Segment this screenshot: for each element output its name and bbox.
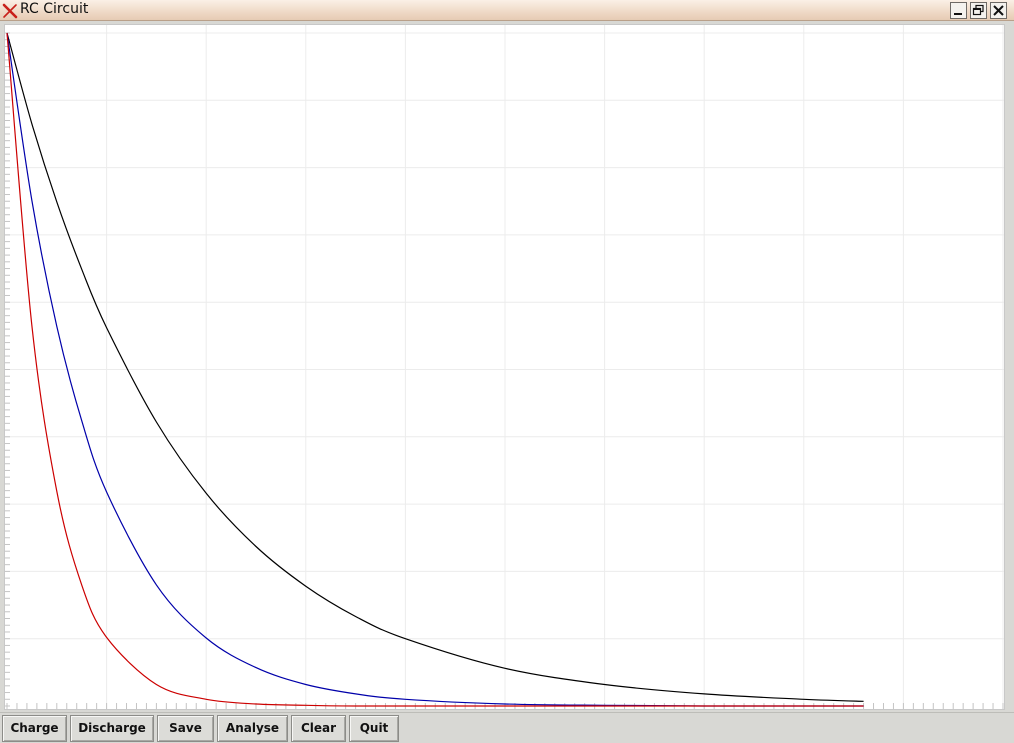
button-bar: Charge Discharge Save Analyse Clear Quit — [0, 712, 1014, 743]
discharge-button[interactable]: Discharge — [70, 715, 154, 742]
decay-chart — [5, 25, 1004, 709]
series-line-1 — [6, 32, 864, 702]
close-button[interactable] — [990, 2, 1007, 19]
x-logo-icon — [2, 3, 18, 19]
maximize-icon — [972, 4, 984, 16]
plot-area — [4, 24, 1005, 710]
maximize-button[interactable] — [970, 2, 987, 19]
minimize-icon — [954, 13, 962, 15]
title-bar[interactable]: RC Circuit — [0, 0, 1014, 21]
charge-button[interactable]: Charge — [2, 715, 67, 742]
minimize-button[interactable] — [950, 2, 967, 19]
quit-button[interactable]: Quit — [349, 715, 399, 742]
analyse-button[interactable]: Analyse — [217, 715, 288, 742]
clear-button[interactable]: Clear — [291, 715, 346, 742]
app-window: RC Circuit Charge Discharge Save Analyse… — [0, 0, 1014, 743]
save-button[interactable]: Save — [157, 715, 214, 742]
window-title: RC Circuit — [20, 1, 89, 17]
close-icon — [993, 5, 1004, 16]
